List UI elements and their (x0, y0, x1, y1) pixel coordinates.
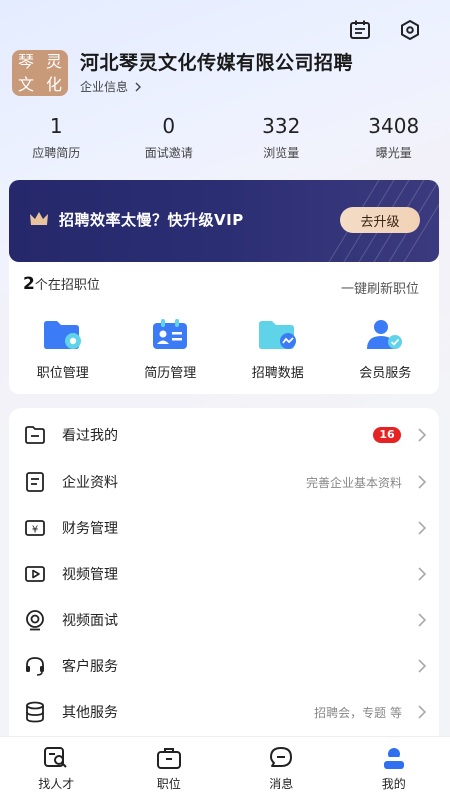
menu-item-hint: 完善企业基本资料 (305, 475, 402, 490)
tab-mine[interactable]: 我的 (338, 737, 450, 800)
calendar-icon[interactable] (348, 18, 372, 42)
chevron-right-icon (418, 705, 427, 719)
job-management-button[interactable]: 职位管理 (9, 318, 117, 381)
yuan-icon: ¥ (22, 515, 48, 541)
stat-value: 332 (262, 114, 301, 138)
chevron-right-icon (135, 82, 142, 91)
jobs-shortcuts: 职位管理 简历管理 招聘数据 会员服务 (9, 318, 439, 381)
menu-item-viewed-me[interactable]: 看过我的 16 (9, 412, 439, 458)
logo-char: 化 (45, 75, 62, 94)
jobs-count: 2 (23, 274, 35, 294)
stat-interviews[interactable]: 0 面试邀请 (113, 112, 226, 161)
menu-item-company-profile[interactable]: 企业资料 完善企业基本资料 (9, 459, 439, 505)
stat-label: 面试邀请 (144, 146, 193, 160)
menu-item-customer-service[interactable]: 客户服务 (9, 643, 439, 689)
notification-badge: 16 (373, 427, 401, 443)
database-icon (22, 699, 48, 725)
stat-views[interactable]: 332 浏览量 (225, 112, 338, 161)
search-people-icon (0, 745, 113, 771)
briefcase-icon (113, 745, 226, 771)
menu-item-label: 财务管理 (62, 521, 118, 537)
headset-icon (22, 653, 48, 679)
menu-item-label: 企业资料 (62, 475, 118, 491)
vip-promo-text: 招聘效率太慢？快升级VIP (59, 211, 244, 229)
upgrade-button[interactable]: 去升级 (340, 207, 420, 233)
menu-item-video-management[interactable]: 视频管理 (9, 551, 439, 597)
header-actions (348, 18, 422, 42)
vip-banner[interactable]: 招聘效率太慢？快升级VIP 去升级 (9, 180, 439, 262)
folder-chart-icon (224, 318, 332, 352)
stat-label: 曝光量 (375, 146, 412, 160)
member-service-button[interactable]: 会员服务 (332, 318, 440, 381)
company-name: 河北琴灵文化传媒有限公司招聘 (80, 52, 354, 74)
resume-card-icon (117, 318, 225, 352)
chevron-right-icon (418, 613, 427, 627)
stat-value: 0 (162, 114, 176, 138)
job-item-label: 会员服务 (359, 366, 412, 381)
camera-icon (22, 607, 48, 633)
profile-icon (338, 745, 450, 771)
menu-item-label: 其他服务 (62, 705, 118, 721)
folder-viewed-icon (22, 422, 48, 448)
tab-jobs[interactable]: 职位 (113, 737, 226, 800)
menu-item-label: 看过我的 (62, 428, 118, 444)
company-logo[interactable]: 琴 灵 文 化 (12, 50, 68, 96)
menu-item-hint: 招聘会，专题 等 (314, 705, 402, 720)
bottom-tab-bar: 找人才 职位 消息 我的 (0, 736, 450, 800)
company-info-link[interactable]: 企业信息 (80, 78, 353, 95)
job-item-label: 简历管理 (144, 366, 197, 381)
chevron-right-icon (418, 521, 427, 535)
recruitment-data-button[interactable]: 招聘数据 (224, 318, 332, 381)
member-badge-icon (332, 318, 440, 352)
menu-item-label: 视频面试 (62, 613, 118, 629)
jobs-card: 2个在招职位 一键刷新职位 职位管理 简历管理 招聘数据 会员服务 (9, 252, 439, 394)
menu-item-video-interview[interactable]: 视频面试 (9, 597, 439, 643)
stat-value: 3408 (368, 114, 420, 138)
stat-exposure[interactable]: 3408 曝光量 (338, 112, 450, 161)
chat-icon (225, 745, 338, 771)
stats-row: 1 应聘简历 0 面试邀请 332 浏览量 3408 曝光量 (0, 112, 450, 161)
chevron-right-icon (418, 428, 427, 442)
company-header: 琴 灵 文 化 河北琴灵文化传媒有限公司招聘 企业信息 (12, 50, 353, 96)
jobs-count-heading: 2个在招职位 (23, 274, 100, 294)
chevron-right-icon (418, 475, 427, 489)
chevron-right-icon (418, 659, 427, 673)
menu-item-finance[interactable]: ¥ 财务管理 (9, 505, 439, 551)
stat-label: 应聘简历 (32, 146, 81, 160)
video-play-icon (22, 561, 48, 587)
menu-item-label: 客户服务 (62, 659, 118, 675)
refresh-jobs-link[interactable]: 一键刷新职位 (341, 278, 419, 297)
tab-label: 找人才 (38, 777, 75, 791)
document-icon (22, 469, 48, 495)
job-item-label: 招聘数据 (251, 366, 304, 381)
tab-label: 职位 (156, 777, 181, 791)
logo-char: 灵 (45, 52, 62, 71)
tab-messages[interactable]: 消息 (225, 737, 338, 800)
stat-applications[interactable]: 1 应聘简历 (0, 112, 113, 161)
logo-char: 文 (17, 75, 34, 94)
menu-item-label: 视频管理 (62, 567, 118, 583)
resume-management-button[interactable]: 简历管理 (117, 318, 225, 381)
settings-hex-icon[interactable] (398, 18, 422, 42)
tab-label: 我的 (381, 777, 406, 791)
stat-label: 浏览量 (263, 146, 300, 160)
svg-text:¥: ¥ (32, 525, 38, 536)
chevron-right-icon (418, 567, 427, 581)
company-info-label: 企业信息 (80, 80, 129, 94)
menu-list: 看过我的 16 企业资料 完善企业基本资料 ¥ 财务管理 视频管理 视频面试 客… (9, 408, 439, 738)
job-item-label: 职位管理 (36, 366, 89, 381)
folder-eye-icon (9, 318, 117, 352)
menu-item-other-services[interactable]: 其他服务 招聘会，专题 等 (9, 689, 439, 735)
logo-char: 琴 (17, 52, 34, 71)
crown-icon (29, 210, 49, 232)
tab-label: 消息 (269, 777, 294, 791)
stat-value: 1 (49, 114, 63, 138)
tab-find-talent[interactable]: 找人才 (0, 737, 113, 800)
jobs-count-label: 个在招职位 (34, 278, 100, 293)
